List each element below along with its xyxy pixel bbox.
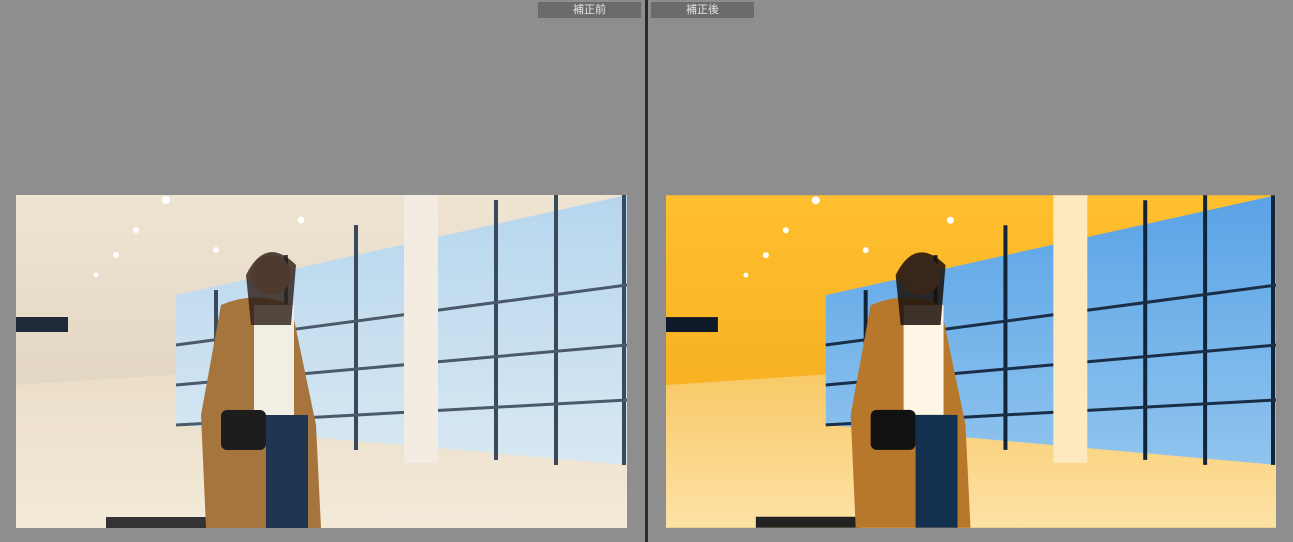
before-label: 補正前 xyxy=(538,2,641,18)
after-photo[interactable] xyxy=(666,195,1276,528)
after-label: 補正後 xyxy=(651,2,754,18)
before-photo[interactable] xyxy=(16,195,627,528)
after-pane: 補正後 xyxy=(648,0,1293,542)
before-pane: 補正前 xyxy=(0,0,645,542)
